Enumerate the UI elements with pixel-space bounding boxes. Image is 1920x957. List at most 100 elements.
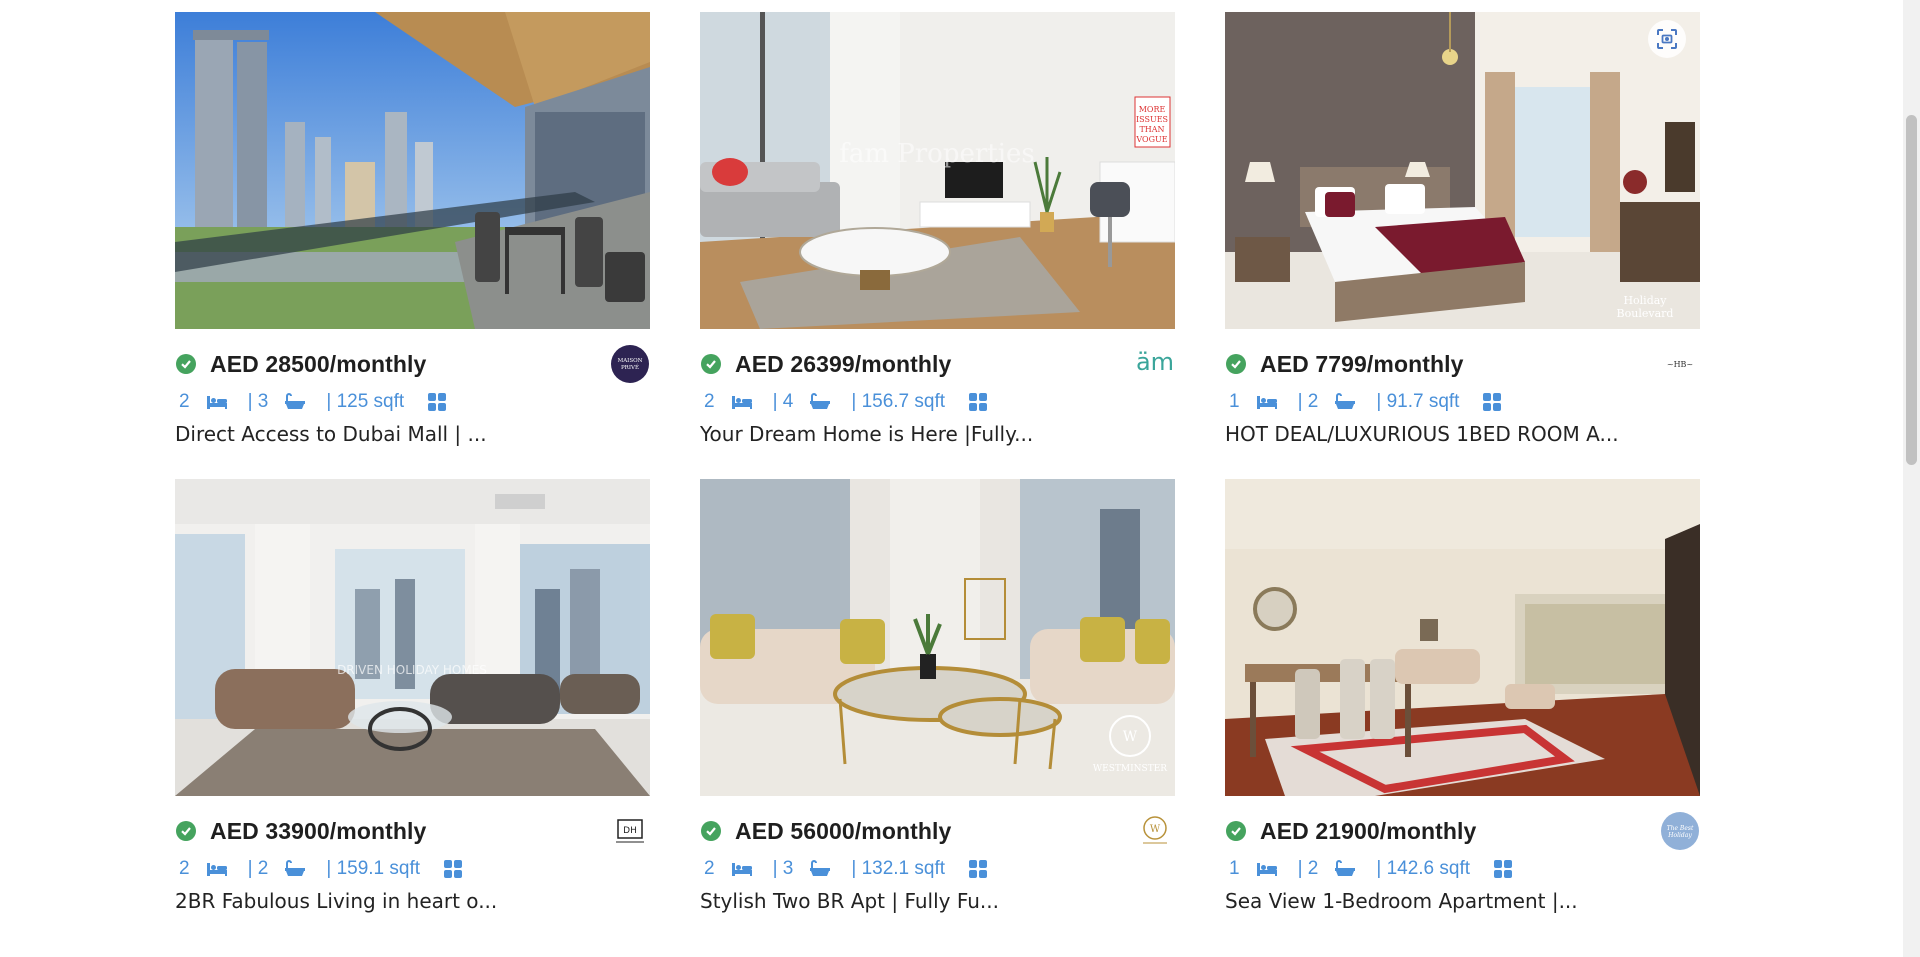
- listing-price: AED 56000/monthly: [735, 817, 952, 844]
- photo-watermark: Holiday: [1623, 294, 1667, 307]
- agency-logo[interactable]: ~HB~: [1660, 344, 1700, 384]
- svg-text:ISSUES: ISSUES: [1136, 115, 1168, 124]
- area-size: | 91.7 sqft: [1376, 391, 1460, 412]
- price-row: AED 26399/monthly äm: [700, 344, 1175, 384]
- bathtub-icon: [1334, 393, 1356, 411]
- grid-icon: [969, 860, 988, 878]
- area-size: | 156.7 sqft: [851, 391, 946, 412]
- scan-button[interactable]: [1648, 20, 1686, 58]
- beds-count: 2: [704, 858, 715, 879]
- listing-card[interactable]: AED 28500/monthly MAISON PRIVÉ 2 | 3 | 1…: [175, 12, 650, 452]
- svg-text:The Best: The Best: [1667, 825, 1694, 832]
- baths-count: | 2: [1297, 391, 1319, 412]
- agency-logo[interactable]: The Best Holiday: [1660, 811, 1700, 851]
- area-size: | 132.1 sqft: [851, 858, 946, 879]
- svg-text:W: W: [1123, 729, 1138, 745]
- agency-logo[interactable]: W: [1135, 811, 1175, 851]
- specs-row: 2 | 4 | 156.7 sqft: [700, 388, 1175, 416]
- beds-count: 1: [1229, 391, 1240, 412]
- svg-text:MAISON: MAISON: [618, 358, 643, 364]
- price-row: AED 33900/monthly DH: [175, 811, 650, 851]
- grid-icon: [428, 393, 447, 411]
- listing-title[interactable]: HOT DEAL/LUXURIOUS 1BED ROOM A...: [1225, 422, 1700, 446]
- listing-price: AED 33900/monthly: [210, 817, 427, 844]
- bathtub-icon: [284, 860, 306, 878]
- bed-icon: [731, 861, 753, 877]
- listing-card[interactable]: DRIVEN HOLIDAY HOMES AED 33900/monthly D…: [175, 479, 650, 919]
- listing-title[interactable]: 2BR Fabulous Living in heart o...: [175, 889, 650, 913]
- check-circle-icon: [701, 821, 721, 841]
- listing-price: AED 26399/monthly: [735, 350, 952, 377]
- listing-photo[interactable]: Holiday Boulevard: [1225, 12, 1700, 329]
- area-size: | 159.1 sqft: [326, 858, 421, 879]
- listings-page: AED 28500/monthly MAISON PRIVÉ 2 | 3 | 1…: [0, 0, 1920, 957]
- listing-photo[interactable]: [175, 12, 650, 329]
- listing-price: AED 28500/monthly: [210, 350, 427, 377]
- listing-title[interactable]: Sea View 1-Bedroom Apartment |...: [1225, 889, 1700, 913]
- listing-photo[interactable]: MORE ISSUES THAN VOGUE fam Properties: [700, 12, 1175, 329]
- listings-grid: AED 28500/monthly MAISON PRIVÉ 2 | 3 | 1…: [175, 12, 1700, 919]
- scan-icon: [1656, 28, 1678, 50]
- price-row: AED 7799/monthly ~HB~: [1225, 344, 1700, 384]
- svg-text:PRIVÉ: PRIVÉ: [621, 363, 639, 371]
- check-circle-icon: [1226, 354, 1246, 374]
- specs-row: 1 | 2 | 142.6 sqft: [1225, 855, 1700, 883]
- baths-count: | 4: [772, 391, 794, 412]
- bed-icon: [206, 394, 228, 410]
- listing-title[interactable]: Stylish Two BR Apt | Fully Fu...: [700, 889, 1175, 913]
- listing-card[interactable]: Holiday Boulevard AED 7799/monthly ~HB~: [1225, 12, 1700, 452]
- baths-count: | 2: [247, 858, 269, 879]
- grid-icon: [444, 860, 463, 878]
- svg-text:äm: äm: [1136, 348, 1174, 376]
- bed-icon: [731, 394, 753, 410]
- svg-text:VOGUE: VOGUE: [1135, 135, 1167, 144]
- listing-title[interactable]: Direct Access to Dubai Mall | ...: [175, 422, 650, 446]
- listing-photo[interactable]: W WESTMINSTER: [700, 479, 1175, 796]
- area-size: | 142.6 sqft: [1376, 858, 1471, 879]
- price-row: AED 56000/monthly W: [700, 811, 1175, 851]
- listing-price: AED 21900/monthly: [1260, 817, 1477, 844]
- price-row: AED 28500/monthly MAISON PRIVÉ: [175, 344, 650, 384]
- area-size: | 125 sqft: [326, 391, 405, 412]
- scrollbar-thumb[interactable]: [1906, 115, 1917, 465]
- svg-text:MORE: MORE: [1139, 105, 1166, 114]
- bathtub-icon: [1334, 860, 1356, 878]
- grid-icon: [1494, 860, 1513, 878]
- photo-watermark: DRIVEN HOLIDAY HOMES: [337, 663, 487, 677]
- listing-photo[interactable]: DRIVEN HOLIDAY HOMES: [175, 479, 650, 796]
- svg-text:Holiday: Holiday: [1667, 832, 1692, 839]
- agency-logo[interactable]: MAISON PRIVÉ: [610, 344, 650, 384]
- listing-price: AED 7799/monthly: [1260, 350, 1464, 377]
- svg-text:THAN: THAN: [1139, 125, 1164, 134]
- check-circle-icon: [701, 354, 721, 374]
- svg-text:W: W: [1150, 824, 1161, 835]
- agency-logo[interactable]: äm: [1135, 344, 1175, 384]
- listing-card[interactable]: W WESTMINSTER AED 56000/monthly W 2 | 3 …: [700, 479, 1175, 919]
- svg-text:DH: DH: [623, 826, 637, 836]
- listing-card[interactable]: MORE ISSUES THAN VOGUE fam Properties AE…: [700, 12, 1175, 452]
- bathtub-icon: [809, 393, 831, 411]
- bed-icon: [1256, 861, 1278, 877]
- agency-logo[interactable]: DH: [610, 811, 650, 851]
- listing-card[interactable]: AED 21900/monthly The Best Holiday 1 | 2: [1225, 479, 1700, 919]
- baths-count: | 3: [247, 391, 269, 412]
- check-circle-icon: [1226, 821, 1246, 841]
- photo-watermark: fam Properties: [839, 139, 1035, 169]
- baths-count: | 2: [1297, 858, 1319, 879]
- specs-row: 1 | 2 | 91.7 sqft: [1225, 388, 1700, 416]
- price-row: AED 21900/monthly The Best Holiday: [1225, 811, 1700, 851]
- specs-row: 2 | 3 | 132.1 sqft: [700, 855, 1175, 883]
- grid-icon: [969, 393, 988, 411]
- bathtub-icon: [284, 393, 306, 411]
- beds-count: 1: [1229, 858, 1240, 879]
- vertical-scrollbar[interactable]: [1903, 0, 1920, 957]
- bed-icon: [1256, 394, 1278, 410]
- specs-row: 2 | 2 | 159.1 sqft: [175, 855, 650, 883]
- listing-photo[interactable]: [1225, 479, 1700, 796]
- beds-count: 2: [704, 391, 715, 412]
- svg-text:Boulevard: Boulevard: [1617, 307, 1674, 320]
- bathtub-icon: [809, 860, 831, 878]
- check-circle-icon: [176, 821, 196, 841]
- listing-title[interactable]: Your Dream Home is Here |Fully...: [700, 422, 1175, 446]
- grid-icon: [1483, 393, 1502, 411]
